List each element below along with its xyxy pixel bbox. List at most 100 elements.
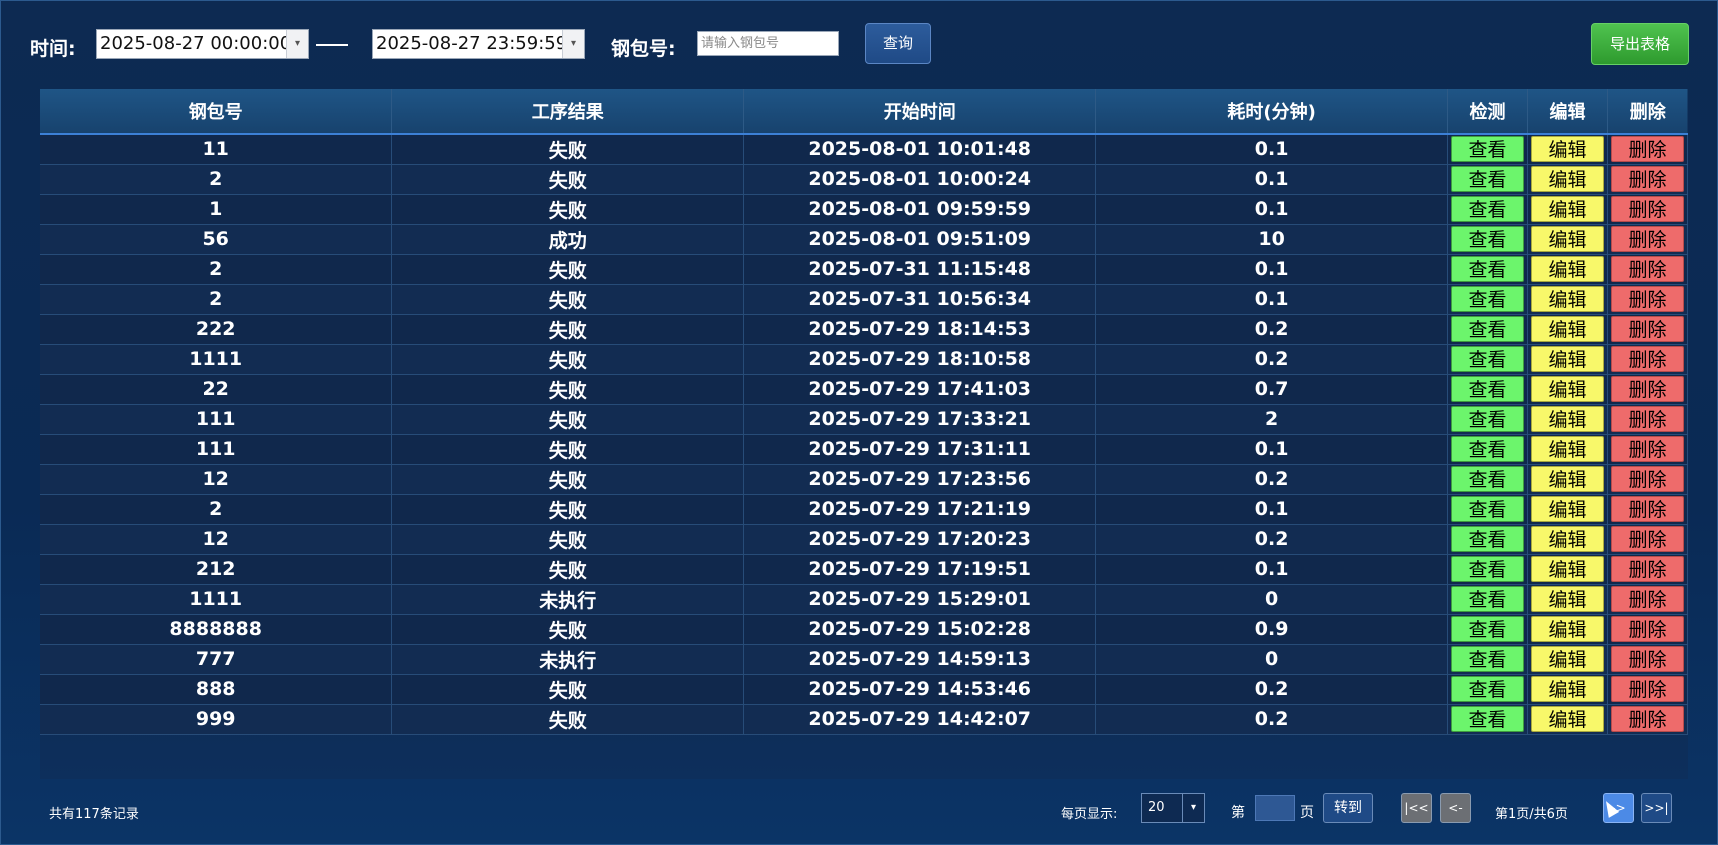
delete-button[interactable]: 删除 <box>1610 706 1684 732</box>
chevron-down-icon[interactable]: ▾ <box>562 30 584 58</box>
start-time-picker[interactable]: 2025-08-27 00:00:00 ▾ <box>96 29 309 59</box>
cell-action: 编辑 <box>1527 314 1608 345</box>
edit-button[interactable]: 编辑 <box>1531 286 1604 312</box>
delete-button[interactable]: 删除 <box>1610 646 1684 672</box>
edit-button[interactable]: 编辑 <box>1531 466 1604 492</box>
cell-start-time: 2025-07-31 11:15:48 <box>743 254 1097 285</box>
delete-button[interactable]: 删除 <box>1610 496 1684 522</box>
edit-button[interactable]: 编辑 <box>1531 706 1604 732</box>
cell-package: 1111 <box>40 344 393 375</box>
view-button[interactable]: 查看 <box>1451 256 1524 282</box>
edit-button[interactable]: 编辑 <box>1531 616 1604 642</box>
delete-button[interactable]: 删除 <box>1610 586 1684 612</box>
delete-button[interactable]: 删除 <box>1610 256 1684 282</box>
cell-duration: 10 <box>1095 224 1449 255</box>
chevron-down-icon[interactable]: ▾ <box>1182 794 1204 822</box>
edit-button[interactable]: 编辑 <box>1531 136 1604 163</box>
view-button[interactable]: 查看 <box>1451 196 1524 222</box>
delete-button[interactable]: 删除 <box>1610 286 1684 312</box>
export-table-button[interactable]: 导出表格 <box>1591 23 1689 65</box>
cell-result: 未执行 <box>391 644 745 675</box>
edit-button[interactable]: 编辑 <box>1531 316 1604 342</box>
view-button[interactable]: 查看 <box>1451 496 1524 522</box>
last-page-button[interactable]: >>| <box>1641 793 1672 823</box>
first-page-button[interactable]: |<< <box>1401 793 1432 823</box>
delete-button[interactable]: 删除 <box>1610 376 1684 402</box>
edit-button[interactable]: 编辑 <box>1531 226 1604 252</box>
view-button[interactable]: 查看 <box>1451 646 1524 672</box>
view-button[interactable]: 查看 <box>1451 316 1524 342</box>
cell-action: 删除 <box>1607 224 1689 255</box>
edit-button[interactable]: 编辑 <box>1531 346 1604 372</box>
view-button[interactable]: 查看 <box>1451 526 1524 552</box>
view-button[interactable]: 查看 <box>1451 676 1524 702</box>
delete-button[interactable]: 删除 <box>1610 436 1684 462</box>
edit-button[interactable]: 编辑 <box>1531 586 1604 612</box>
view-button[interactable]: 查看 <box>1451 436 1524 462</box>
end-time-picker[interactable]: 2025-08-27 23:59:59 ▾ <box>372 29 585 59</box>
delete-button[interactable]: 删除 <box>1610 346 1684 372</box>
cell-duration: 0.7 <box>1095 374 1449 405</box>
delete-button[interactable]: 删除 <box>1610 196 1684 222</box>
view-button[interactable]: 查看 <box>1451 556 1524 582</box>
cell-action: 查看 <box>1447 344 1528 375</box>
edit-button[interactable]: 编辑 <box>1531 496 1604 522</box>
edit-button[interactable]: 编辑 <box>1531 376 1604 402</box>
view-button[interactable]: 查看 <box>1451 226 1524 252</box>
table-row: 2 失败 2025-08-01 10:00:24 0.1 查看 编辑 删除 <box>40 164 1689 195</box>
package-search-input[interactable] <box>697 31 839 56</box>
edit-button[interactable]: 编辑 <box>1531 556 1604 582</box>
view-button[interactable]: 查看 <box>1451 286 1524 312</box>
edit-button[interactable]: 编辑 <box>1531 526 1604 552</box>
delete-button[interactable]: 删除 <box>1610 226 1684 252</box>
delete-button[interactable]: 删除 <box>1610 406 1684 432</box>
pagination-bar: 共有117条记录 每页显示: 20 ▾ 第 页 转到 |<< <- 第1页/共6… <box>0 790 1718 830</box>
package-label: 钢包号: <box>611 38 676 60</box>
view-button[interactable]: 查看 <box>1451 466 1524 492</box>
view-button[interactable]: 查看 <box>1451 706 1524 732</box>
edit-button[interactable]: 编辑 <box>1531 646 1604 672</box>
delete-button[interactable]: 删除 <box>1610 136 1684 163</box>
view-button[interactable]: 查看 <box>1451 616 1524 642</box>
go-to-page-button[interactable]: 转到 <box>1323 793 1373 823</box>
delete-button[interactable]: 删除 <box>1610 466 1684 492</box>
edit-button[interactable]: 编辑 <box>1531 436 1604 462</box>
view-button[interactable]: 查看 <box>1451 586 1524 612</box>
cell-package: 222 <box>40 314 393 345</box>
cell-result: 失败 <box>391 524 745 555</box>
delete-button[interactable]: 删除 <box>1610 556 1684 582</box>
table-row: 888 失败 2025-07-29 14:53:46 0.2 查看 编辑 删除 <box>40 674 1689 705</box>
query-button[interactable]: 查询 <box>865 23 931 64</box>
cell-result: 失败 <box>391 404 745 435</box>
cell-action: 编辑 <box>1527 344 1608 375</box>
edit-button[interactable]: 编辑 <box>1531 676 1604 702</box>
delete-button[interactable]: 删除 <box>1610 316 1684 342</box>
prev-page-button[interactable]: <- <box>1440 793 1471 823</box>
delete-button[interactable]: 删除 <box>1610 526 1684 552</box>
per-page-value: 20 <box>1148 800 1165 815</box>
cell-package: 2 <box>40 494 393 525</box>
cell-start-time: 2025-07-29 17:31:11 <box>743 434 1097 465</box>
edit-button[interactable]: 编辑 <box>1531 406 1604 432</box>
delete-button[interactable]: 删除 <box>1610 616 1684 642</box>
per-page-select[interactable]: 20 ▾ <box>1141 793 1205 823</box>
cell-result: 失败 <box>391 344 745 375</box>
table-row: 1111 未执行 2025-07-29 15:29:01 0 查看 编辑 删除 <box>40 584 1689 615</box>
page-number-input[interactable] <box>1255 795 1295 821</box>
edit-button[interactable]: 编辑 <box>1531 256 1604 282</box>
chevron-down-icon[interactable]: ▾ <box>286 30 308 58</box>
cell-action: 删除 <box>1607 164 1689 195</box>
table-row: 999 失败 2025-07-29 14:42:07 0.2 查看 编辑 删除 <box>40 704 1689 735</box>
edit-button[interactable]: 编辑 <box>1531 166 1604 192</box>
page-info: 第1页/共6页 <box>1495 807 1568 822</box>
view-button[interactable]: 查看 <box>1451 136 1524 163</box>
cell-action: 删除 <box>1607 314 1689 345</box>
view-button[interactable]: 查看 <box>1451 406 1524 432</box>
delete-button[interactable]: 删除 <box>1610 676 1684 702</box>
view-button[interactable]: 查看 <box>1451 346 1524 372</box>
view-button[interactable]: 查看 <box>1451 376 1524 402</box>
view-button[interactable]: 查看 <box>1451 166 1524 192</box>
edit-button[interactable]: 编辑 <box>1531 196 1604 222</box>
cell-package: 12 <box>40 524 393 555</box>
delete-button[interactable]: 删除 <box>1610 166 1684 192</box>
